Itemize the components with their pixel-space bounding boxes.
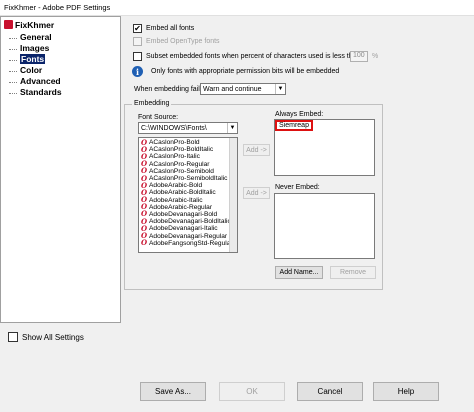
font-list-item[interactable]: O ACaslonPro-Bold (139, 139, 230, 147)
add-never-button[interactable]: Add -> (243, 187, 270, 199)
font-name: AdobeArabic-Italic (149, 196, 203, 204)
font-name: ACaslonPro-Bold (149, 139, 200, 147)
tree-root-label: FixKhmer (15, 19, 55, 30)
font-name: AdobeDevanagari-Regular (149, 232, 228, 240)
font-list-item[interactable]: O AdobeFangsongStd-Regular (139, 238, 233, 248)
font-list-item[interactable]: O AdobeArabic-Regular (139, 203, 230, 211)
pdf-settings-icon (4, 20, 13, 29)
font-name: AdobeDevanagari-Italic (149, 225, 218, 233)
embed-opentype-checkbox[interactable] (133, 37, 142, 46)
font-name: AdobeDevanagari-Bold (149, 210, 218, 218)
tree-root[interactable]: FixKhmer (4, 19, 54, 30)
embed-fails-select[interactable]: Warn and continue ▼ (200, 83, 286, 95)
font-list[interactable]: O ACaslonPro-Bold O ACaslonPro-BoldItalic O A… (138, 137, 238, 253)
embed-all-label: Embed all fonts (146, 25, 195, 32)
subset-checkbox[interactable] (133, 52, 142, 61)
tree-item-standards[interactable]: Standards (9, 86, 62, 97)
settings-tree: FixKhmer General Images Fonts Color Adva… (0, 16, 121, 323)
font-source-value: C:\WINDOWS\Fonts\ (141, 124, 207, 132)
save-as-button[interactable]: Save As... (140, 382, 206, 401)
font-list-items: O ACaslonPro-Bold O ACaslonPro-BoldItalic O A… (139, 139, 233, 248)
tree-item-images[interactable]: Images (9, 42, 49, 53)
tree-item-label: Advanced (20, 75, 61, 86)
font-list-item[interactable]: O AdobeDevanagari-Regular (139, 232, 230, 240)
chevron-down-icon: ▼ (227, 123, 237, 133)
font-list-scrollbar[interactable] (229, 138, 237, 252)
embed-fails-label: When embedding fails: (134, 86, 206, 93)
tree-item-fonts[interactable]: Fonts (9, 53, 46, 64)
font-list-item[interactable]: O ACaslonPro-BoldItalic (139, 146, 230, 154)
subset-label: Subset embedded fonts when percent of ch… (146, 53, 363, 60)
add-always-button[interactable]: Add -> (243, 144, 270, 156)
font-source-select[interactable]: C:\WINDOWS\Fonts\ ▼ (138, 122, 238, 134)
font-source-label: Font Source: (138, 114, 179, 121)
add-name-button[interactable]: Add Name... (275, 266, 323, 279)
remove-button[interactable]: Remove (330, 266, 376, 279)
info-text: Only fonts with appropriate permission b… (151, 68, 340, 75)
subset-row: Subset embedded fonts when percent of ch… (133, 52, 362, 61)
font-list-item[interactable]: O AdobeArabic-Italic (139, 196, 230, 204)
font-list-item[interactable]: O AdobeDevanagari-Bold (139, 210, 230, 218)
embed-opentype-row: Embed OpenType fonts (133, 37, 220, 46)
tree-item-label: Standards (20, 86, 62, 97)
font-list-item[interactable]: O AdobeArabic-Bold (139, 182, 230, 190)
info-icon: i (132, 66, 143, 77)
opentype-font-icon: O (141, 238, 148, 248)
font-name: ACaslonPro-Italic (149, 153, 200, 161)
font-list-item[interactable]: O ACaslonPro-Semibold (139, 167, 230, 175)
font-list-item[interactable]: O AdobeArabic-BoldItalic (139, 189, 230, 197)
embedding-title: Embedding (132, 100, 172, 107)
chevron-down-icon: ▼ (275, 84, 285, 94)
never-embed-list[interactable] (274, 193, 375, 259)
info-row: i Only fonts with appropriate permission… (132, 66, 339, 77)
tree-item-label: Images (20, 42, 50, 53)
font-name: AdobeDevanagari-BoldItalic (149, 218, 231, 226)
font-name: AdobeArabic-BoldItalic (149, 189, 216, 197)
tree-item-general[interactable]: General (9, 31, 52, 42)
cancel-button[interactable]: Cancel (297, 382, 363, 401)
always-embed-label: Always Embed: (275, 111, 324, 118)
font-list-item[interactable]: O ACaslonPro-Italic (139, 153, 230, 161)
font-list-item[interactable]: O ACaslonPro-Regular (139, 160, 230, 168)
title-bar: FixKhmer - Adobe PDF Settings (0, 0, 474, 16)
tree-item-advanced[interactable]: Advanced (9, 75, 61, 86)
always-embed-list[interactable]: Siemreap (274, 119, 375, 176)
font-name: AdobeArabic-Regular (149, 203, 213, 211)
embed-fails-value: Warn and continue (203, 85, 262, 93)
tree-item-color[interactable]: Color (9, 64, 42, 75)
tree-item-label: Color (20, 64, 43, 75)
subset-unit: % (372, 53, 379, 60)
ok-button[interactable]: OK (219, 382, 285, 401)
embed-all-checkbox[interactable]: ✔ (133, 24, 142, 33)
embed-all-row: ✔ Embed all fonts (133, 24, 194, 33)
always-embed-item[interactable]: Siemreap (275, 120, 313, 131)
show-all-checkbox[interactable] (8, 332, 18, 342)
show-all-row: Show All Settings (8, 332, 84, 342)
never-embed-label: Never Embed: (275, 184, 320, 191)
font-name: AdobeFangsongStd-Regular (149, 239, 233, 247)
font-list-item[interactable]: O AdobeDevanagari-BoldItalic (139, 218, 231, 226)
font-name: ACaslonPro-SemiboldItalic (149, 175, 228, 183)
font-name: ACaslonPro-Regular (149, 160, 210, 168)
show-all-label: Show All Settings (22, 332, 84, 342)
font-name: ACaslonPro-BoldItalic (149, 146, 214, 154)
embed-opentype-label: Embed OpenType fonts (146, 38, 220, 45)
font-list-item[interactable]: O AdobeDevanagari-Italic (139, 225, 230, 233)
tree-item-label: General (20, 31, 52, 42)
help-button[interactable]: Help (373, 382, 439, 401)
font-list-item[interactable]: O ACaslonPro-SemiboldItalic (139, 175, 230, 183)
font-name: AdobeArabic-Bold (149, 182, 203, 190)
window-title: FixKhmer - Adobe PDF Settings (4, 3, 111, 12)
tree-item-label: Fonts (20, 53, 46, 64)
subset-percent-input[interactable]: 100 (350, 51, 368, 62)
font-name: ACaslonPro-Semibold (149, 167, 214, 175)
